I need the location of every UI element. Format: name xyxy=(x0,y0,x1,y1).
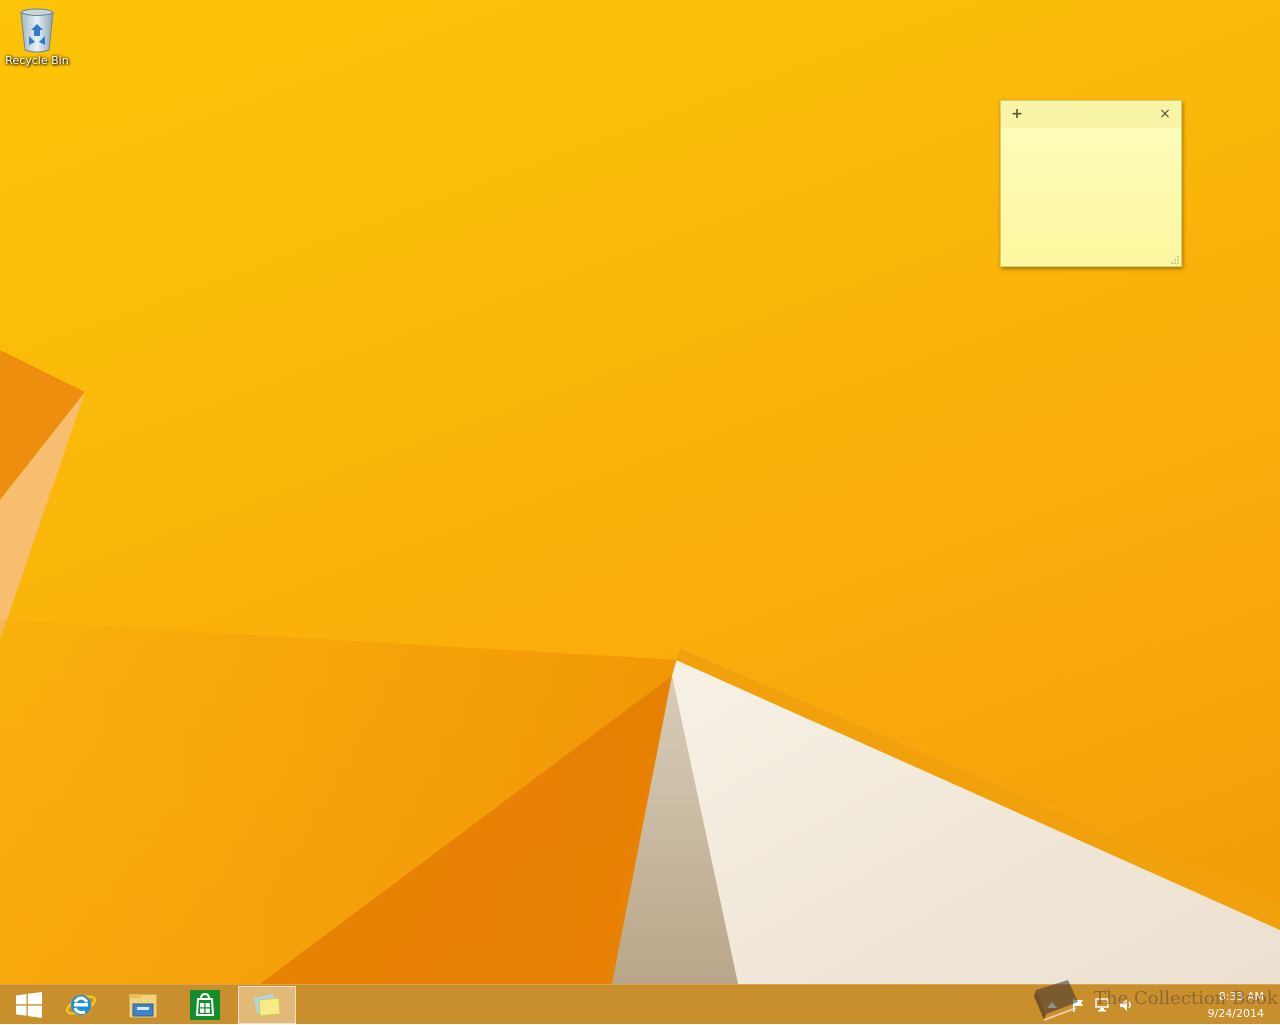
taskbar: 8:33 AM 9/24/2014 xyxy=(0,984,1280,1024)
desktop-icon-recycle-bin[interactable]: Recycle Bin xyxy=(2,4,72,74)
clock-date: 9/24/2014 xyxy=(1207,1007,1264,1020)
system-tray: 8:33 AM 9/24/2014 xyxy=(1020,985,1280,1025)
taskbar-sticky-notes-button[interactable] xyxy=(238,986,296,1024)
desktop: Recycle Bin + × xyxy=(0,0,1280,984)
folder-icon xyxy=(128,993,158,1019)
volume-icon[interactable] xyxy=(1118,997,1134,1013)
internet-explorer-icon xyxy=(65,995,97,1015)
store-icon xyxy=(190,990,220,1020)
add-note-button[interactable]: + xyxy=(1009,106,1025,122)
sticky-note-text[interactable] xyxy=(1001,128,1181,266)
network-icon[interactable] xyxy=(1094,997,1110,1013)
clock-time: 8:33 AM xyxy=(1218,990,1264,1003)
sticky-note[interactable]: + × xyxy=(1000,100,1182,267)
sticky-note-header[interactable]: + × xyxy=(1001,101,1181,128)
resize-grip-icon[interactable] xyxy=(1171,256,1179,264)
start-button[interactable] xyxy=(0,986,58,1024)
taskbar-file-explorer-button[interactable] xyxy=(114,986,172,1024)
sticky-notes-icon xyxy=(254,994,281,1017)
delete-note-button[interactable]: × xyxy=(1157,106,1173,122)
taskbar-store-button[interactable] xyxy=(176,986,234,1024)
action-center-flag-icon[interactable] xyxy=(1070,997,1086,1013)
show-hidden-icons-icon[interactable] xyxy=(1044,997,1060,1013)
taskbar-internet-explorer-button[interactable] xyxy=(52,986,110,1024)
recycle-bin-icon xyxy=(20,8,54,53)
clock[interactable]: 8:33 AM 9/24/2014 xyxy=(1208,988,1264,1022)
desktop-icon-label: Recycle Bin xyxy=(5,54,69,67)
windows-logo-icon xyxy=(16,992,42,1018)
